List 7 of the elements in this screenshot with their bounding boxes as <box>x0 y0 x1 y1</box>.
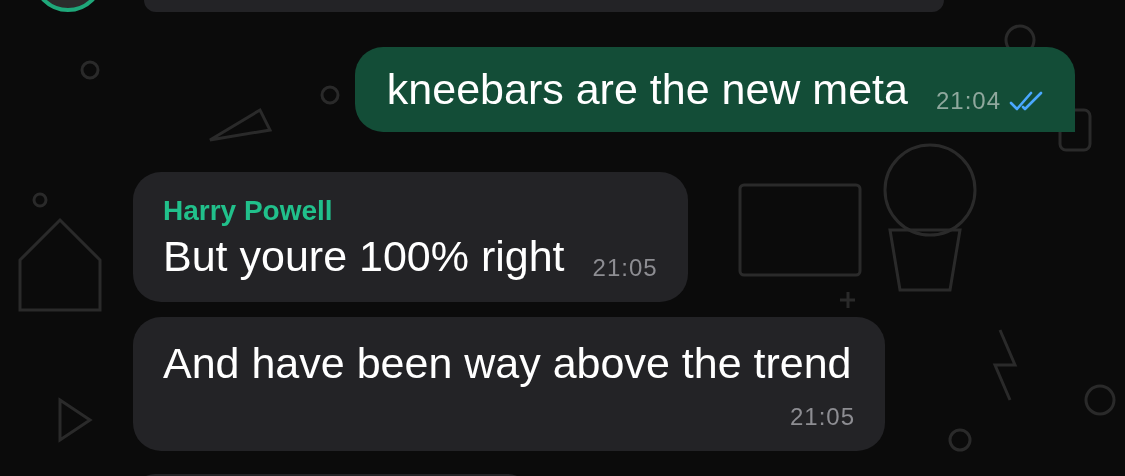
message-text: And have been way above the trend <box>163 339 852 387</box>
message-time: 21:05 <box>789 403 855 431</box>
message-time: 21:04 <box>935 87 1001 115</box>
sender-name: Harry Powell <box>163 194 334 228</box>
message-text: But youre 100% right <box>163 232 565 280</box>
message-time: 21:05 <box>592 254 658 282</box>
message-text: kneebars are the new meta <box>386 65 908 113</box>
